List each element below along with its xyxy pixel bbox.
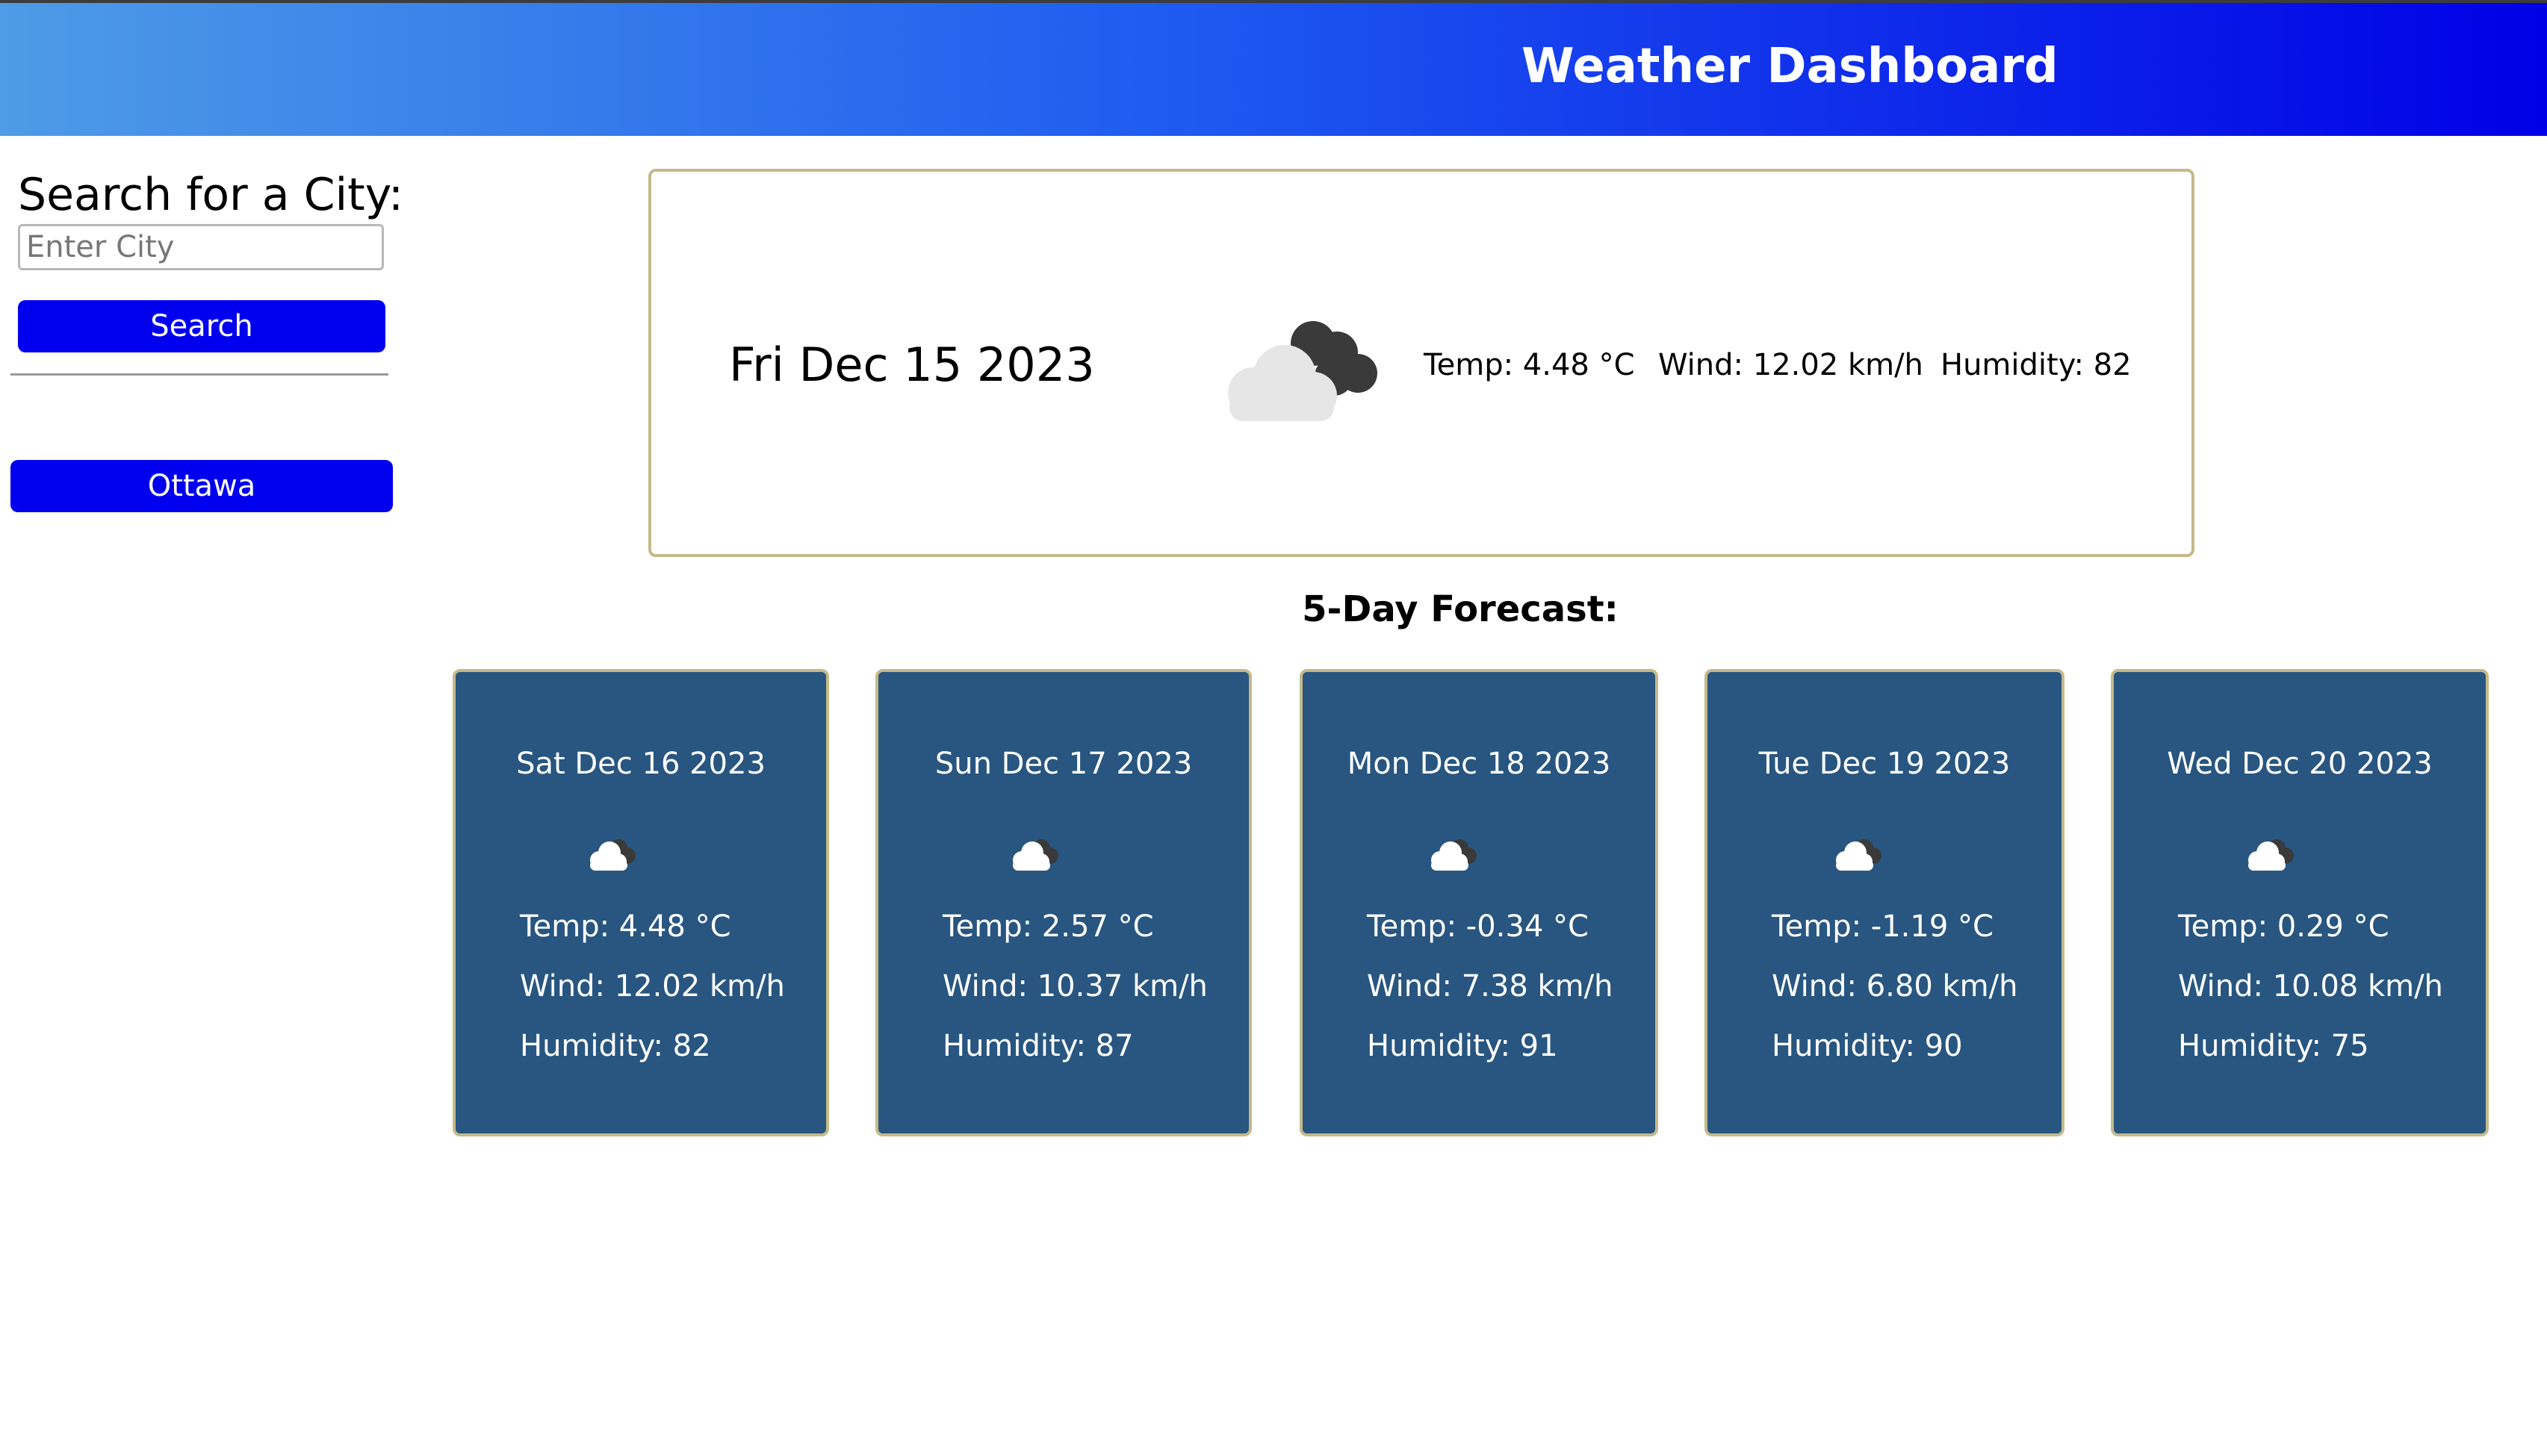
forecast-card: Sun Dec 17 2023 Temp: 2.57 °C Wind: 10.3… (875, 669, 1252, 1136)
forecast-date: Mon Dec 18 2023 (1347, 747, 1611, 781)
forecast-temp: Temp: 2.57 °C (943, 909, 1154, 944)
search-button[interactable]: Search (18, 300, 385, 352)
forecast-card: Sat Dec 16 2023 Temp: 4.48 °C Wind: 12.0… (453, 669, 829, 1136)
forecast-temp: Temp: 0.29 °C (2178, 909, 2389, 944)
forecast-date: Tue Dec 19 2023 (1758, 747, 2011, 781)
forecast-wind: Wind: 7.38 km/h (1367, 969, 1613, 1004)
cloud-night-icon (590, 839, 636, 871)
forecast-humidity: Humidity: 90 (1772, 1029, 1963, 1063)
forecast-date: Wed Dec 20 2023 (2167, 747, 2433, 781)
cloud-night-icon (1013, 839, 1058, 871)
cloud-night-icon (1836, 839, 1881, 871)
cloud-night-icon (2248, 839, 2294, 871)
forecast-temp: Temp: -0.34 °C (1367, 909, 1589, 944)
forecast-temp: Temp: 4.48 °C (520, 909, 731, 944)
cloud-night-icon (1228, 321, 1377, 421)
current-weather-card: Fri Dec 15 2023 Temp: 4.48 °C Wind: 12.0… (648, 169, 2194, 557)
app-header: Weather Dashboard (0, 0, 2547, 136)
current-wind: Wind: 12.02 km/h (1658, 348, 1923, 382)
current-humidity: Humidity: 82 (1941, 348, 2132, 382)
forecast-card: Wed Dec 20 2023 Temp: 0.29 °C Wind: 10.0… (2111, 669, 2489, 1136)
cloud-night-icon (1431, 839, 1477, 871)
forecast-temp: Temp: -1.19 °C (1772, 909, 1994, 944)
forecast-date: Sat Dec 16 2023 (516, 747, 766, 781)
forecast-humidity: Humidity: 75 (2178, 1029, 2369, 1063)
forecast-wind: Wind: 10.08 km/h (2178, 969, 2443, 1004)
forecast-date: Sun Dec 17 2023 (934, 747, 1193, 781)
forecast-humidity: Humidity: 82 (520, 1029, 711, 1063)
forecast-heading: 5-Day Forecast: (1302, 588, 1619, 630)
sidebar-divider (10, 373, 388, 376)
forecast-wind: Wind: 12.02 km/h (520, 969, 785, 1004)
current-date: Fri Dec 15 2023 (729, 337, 1095, 392)
forecast-wind: Wind: 10.37 km/h (943, 969, 1208, 1004)
search-heading: Search for a City: (18, 169, 404, 221)
current-temp: Temp: 4.48 °C (1424, 348, 1635, 382)
city-search-input[interactable] (18, 224, 384, 270)
forecast-humidity: Humidity: 91 (1367, 1029, 1558, 1063)
forecast-humidity: Humidity: 87 (943, 1029, 1134, 1063)
page-title: Weather Dashboard (1521, 39, 2059, 94)
forecast-card: Mon Dec 18 2023 Temp: -0.34 °C Wind: 7.3… (1300, 669, 1658, 1136)
history-city-ottawa-button[interactable]: Ottawa (10, 460, 393, 512)
forecast-wind: Wind: 6.80 km/h (1772, 969, 2018, 1004)
forecast-card: Tue Dec 19 2023 Temp: -1.19 °C Wind: 6.8… (1704, 669, 2064, 1136)
